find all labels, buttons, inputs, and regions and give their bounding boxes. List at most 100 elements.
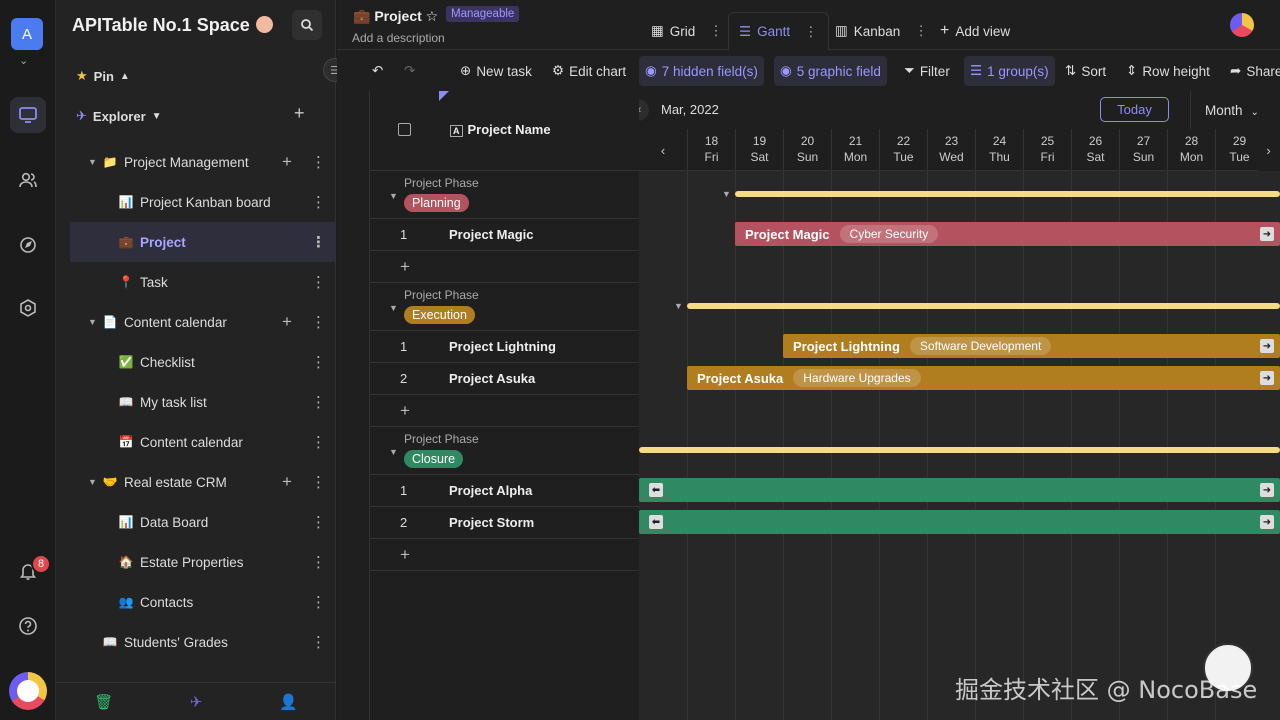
user-avatar[interactable] bbox=[1230, 13, 1254, 37]
sidebar-item[interactable]: ▼ 🤝 Real estate CRM + ⋮ bbox=[70, 462, 336, 502]
sidebar-item[interactable]: ▼ 📁 Project Management + ⋮ bbox=[70, 142, 336, 182]
workbench-icon[interactable] bbox=[10, 97, 46, 133]
more-icon[interactable]: ⋮ bbox=[311, 273, 326, 291]
more-icon[interactable]: ⋮ bbox=[311, 433, 326, 451]
table-row[interactable]: 2 Project Asuka bbox=[370, 363, 640, 395]
new-task-button[interactable]: ⊕ New task bbox=[460, 56, 532, 86]
more-icon[interactable]: ⋮ bbox=[311, 393, 326, 411]
arrow-right-icon[interactable]: ➜ bbox=[1260, 371, 1274, 385]
description-field[interactable]: Add a description bbox=[352, 31, 445, 45]
explore-icon[interactable] bbox=[10, 226, 46, 262]
add-view-button[interactable]: + Add view bbox=[940, 12, 1010, 50]
arrow-right-icon[interactable]: ➜ bbox=[1260, 227, 1274, 241]
group-collapse-icon[interactable]: ▼ bbox=[389, 191, 398, 201]
arrow-left-icon[interactable]: ⬅ bbox=[649, 515, 663, 529]
column-header-project-name[interactable]: A Project Name bbox=[450, 122, 551, 137]
project-name-cell[interactable]: Project Alpha bbox=[449, 483, 532, 498]
more-icon[interactable]: ⋮ bbox=[311, 233, 326, 251]
apitable-logo[interactable] bbox=[9, 672, 47, 710]
sidebar-item[interactable]: ▼ 📄 Content calendar + ⋮ bbox=[70, 302, 336, 342]
more-icon[interactable]: ⋮ bbox=[311, 553, 326, 571]
expand-caret-icon[interactable]: ▼ bbox=[88, 477, 97, 487]
group-header[interactable]: Project Phase ▼ Planning bbox=[370, 171, 640, 219]
star-outline-icon[interactable]: ☆ bbox=[422, 8, 439, 24]
sidebar-item[interactable]: ✅ Checklist ⋮ bbox=[70, 342, 336, 382]
project-name-cell[interactable]: Project Magic bbox=[449, 227, 534, 242]
more-icon[interactable]: ⋮ bbox=[311, 633, 326, 651]
add-row-button[interactable]: + bbox=[370, 395, 640, 427]
explorer-section[interactable]: ✈ Explorer ▼ bbox=[76, 108, 162, 124]
tab-grid[interactable]: ▦ Grid ⋮ bbox=[651, 12, 723, 50]
graphic-fields-button[interactable]: ◉ 5 graphic field bbox=[774, 56, 887, 86]
more-icon[interactable]: ⋮ bbox=[311, 473, 326, 491]
undo-icon[interactable]: ↶ bbox=[372, 56, 383, 86]
more-icon[interactable]: ⋮ bbox=[311, 313, 326, 331]
task-bar[interactable]: ⬅ ➜ bbox=[639, 510, 1280, 534]
group-header[interactable]: Project Phase ▼ Execution bbox=[370, 283, 640, 331]
explore-templates-icon[interactable]: ✈ bbox=[190, 693, 203, 711]
expand-caret-icon[interactable]: ▼ bbox=[88, 157, 97, 167]
prev-arrow-icon[interactable]: ‹ bbox=[639, 129, 687, 171]
sidebar-item[interactable]: 💼 Project ⋮ bbox=[70, 222, 336, 262]
sidebar-item[interactable]: 📖 Students' Grades ⋮ bbox=[70, 622, 336, 662]
project-name-cell[interactable]: Project Lightning bbox=[449, 339, 556, 354]
time-unit-select[interactable]: Month ⌄ bbox=[1205, 103, 1259, 118]
task-bar[interactable]: Project Lightning Software Development ➜ bbox=[783, 334, 1280, 358]
group-collapse-icon[interactable]: ▼ bbox=[389, 447, 398, 457]
add-node-button[interactable]: + bbox=[294, 103, 305, 124]
today-button[interactable]: Today bbox=[1100, 97, 1169, 122]
tab-kanban[interactable]: ▥ Kanban ⋮ bbox=[835, 12, 928, 50]
expand-caret-icon[interactable]: ▼ bbox=[88, 317, 97, 327]
sidebar-item[interactable]: 📊 Data Board ⋮ bbox=[70, 502, 336, 542]
edit-chart-button[interactable]: ⚙ Edit chart bbox=[552, 56, 626, 86]
invite-member-icon[interactable]: 👤 bbox=[279, 693, 298, 711]
more-icon[interactable]: ⋮ bbox=[311, 513, 326, 531]
arrow-right-icon[interactable]: ➜ bbox=[1260, 339, 1274, 353]
more-icon[interactable]: ⋮ bbox=[804, 24, 818, 40]
pin-section[interactable]: ★ Pin ▲ bbox=[76, 68, 130, 84]
redo-icon[interactable]: ↷ bbox=[404, 56, 415, 86]
more-icon[interactable]: ⋮ bbox=[311, 353, 326, 371]
arrow-left-icon[interactable]: ⬅ bbox=[649, 483, 663, 497]
sidebar-item[interactable]: 📊 Project Kanban board ⋮ bbox=[70, 182, 336, 222]
sort-button[interactable]: ⇅ Sort bbox=[1065, 56, 1106, 86]
filter-button[interactable]: ⏷ Filter bbox=[904, 56, 950, 86]
share-button[interactable]: ➦ Share bbox=[1230, 56, 1280, 86]
project-name-cell[interactable]: Project Asuka bbox=[449, 371, 535, 386]
page-title[interactable]: 💼 Project ☆ bbox=[353, 8, 438, 25]
task-bar[interactable]: Project Magic Cyber Security ➜ bbox=[735, 222, 1280, 246]
arrow-right-icon[interactable]: ➜ bbox=[1260, 483, 1274, 497]
table-row[interactable]: 1 Project Magic bbox=[370, 219, 640, 251]
row-height-button[interactable]: ⇕ Row height bbox=[1126, 56, 1210, 86]
task-bar[interactable]: Project Asuka Hardware Upgrades ➜ bbox=[687, 366, 1280, 390]
add-row-button[interactable]: + bbox=[370, 539, 640, 571]
collapse-grid-icon[interactable]: |‹ bbox=[639, 99, 649, 121]
sidebar-item[interactable]: 🏠 Estate Properties ⋮ bbox=[70, 542, 336, 582]
group-collapse-icon[interactable]: ▼ bbox=[674, 301, 683, 311]
select-all-checkbox[interactable] bbox=[398, 123, 411, 136]
table-row[interactable]: 1 Project Alpha bbox=[370, 475, 640, 507]
add-child-button[interactable]: + bbox=[282, 472, 292, 492]
add-child-button[interactable]: + bbox=[282, 312, 292, 332]
group-collapse-icon[interactable]: ▼ bbox=[722, 189, 731, 199]
space-avatar[interactable]: A bbox=[11, 18, 43, 50]
more-icon[interactable]: ⋮ bbox=[311, 153, 326, 171]
group-collapse-icon[interactable]: ▼ bbox=[389, 303, 398, 313]
trash-icon[interactable]: 🗑 bbox=[94, 693, 113, 711]
sidebar-item[interactable]: 👥 Contacts ⋮ bbox=[70, 582, 336, 622]
group-header[interactable]: Project Phase ▼ Closure bbox=[370, 427, 640, 475]
more-icon[interactable]: ⋮ bbox=[914, 23, 928, 39]
help-icon[interactable] bbox=[10, 608, 46, 644]
space-name[interactable]: APITable No.1 Space bbox=[72, 15, 273, 36]
chevron-down-icon[interactable]: ⌄ bbox=[19, 54, 28, 67]
tab-gantt[interactable]: ☰ Gantt ⋮ bbox=[728, 12, 829, 50]
arrow-right-icon[interactable]: ➜ bbox=[1260, 515, 1274, 529]
members-icon[interactable] bbox=[10, 162, 46, 198]
group-button[interactable]: ☰ 1 group(s) bbox=[964, 56, 1055, 86]
sidebar-item[interactable]: 📅 Content calendar ⋮ bbox=[70, 422, 336, 462]
search-button[interactable] bbox=[292, 10, 322, 40]
task-bar[interactable]: ⬅ ➜ bbox=[639, 478, 1280, 502]
sidebar-item[interactable]: 📍 Task ⋮ bbox=[70, 262, 336, 302]
project-name-cell[interactable]: Project Storm bbox=[449, 515, 534, 530]
more-icon[interactable]: ⋮ bbox=[311, 193, 326, 211]
